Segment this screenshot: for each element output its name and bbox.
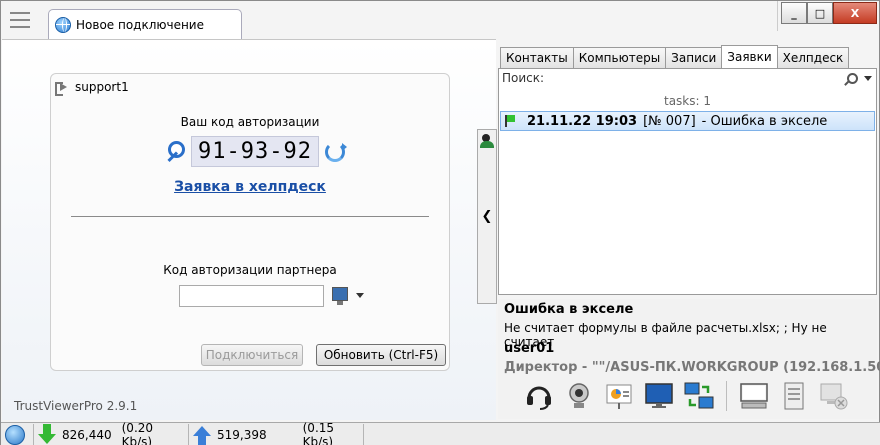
computer-icon[interactable] — [332, 287, 348, 305]
details-user: user01 — [504, 341, 555, 356]
username-label: support1 — [75, 80, 129, 94]
connect-button[interactable]: Подключиться — [201, 344, 303, 366]
task-number: [№ 007] — [643, 113, 696, 129]
search-label[interactable]: Поиск: — [502, 71, 544, 85]
auth-code-value: 91-93-92 — [191, 136, 319, 167]
search-icon[interactable] — [847, 72, 858, 84]
connection-card: support1 Ваш код авторизации 91-93-92 За… — [50, 73, 450, 371]
upload-arrow-icon — [193, 425, 211, 445]
upload-rate: (0.15 Kb/s) — [302, 420, 335, 445]
minimize-button[interactable]: _ — [781, 2, 807, 24]
flag-icon — [505, 115, 515, 127]
maximize-button[interactable]: □ — [807, 2, 833, 24]
details-title: Ошибка в экселе — [504, 302, 634, 317]
app-window: Новое подключение _ □ X support1 Ваш код… — [0, 0, 880, 445]
webcam-icon[interactable] — [562, 379, 596, 413]
connection-area: support1 Ваш код авторизации 91-93-92 За… — [2, 39, 496, 420]
right-tabs: Контакты Компьютеры Записи Заявки Хелпде… — [500, 45, 850, 68]
tab-records[interactable]: Записи — [665, 47, 723, 68]
auth-code-row: 91-93-92 — [163, 136, 347, 167]
task-details: Ошибка в экселе Не считает формулы в фай… — [498, 299, 880, 419]
terminal-icon[interactable] — [737, 379, 771, 413]
tasks-count: tasks: 1 — [663, 94, 711, 108]
remote-desktop-icon[interactable] — [682, 379, 716, 413]
headset-icon[interactable] — [522, 379, 556, 413]
partner-code-label: Код авторизации партнера — [163, 263, 337, 277]
hamburger-menu-icon[interactable] — [7, 9, 33, 31]
action-toolbar — [522, 379, 851, 413]
chevron-left-icon: ❮ — [481, 209, 493, 224]
details-host: Директор - ""/ASUS-ПК.WORKGROUP (192.168… — [504, 360, 880, 375]
globe-icon — [5, 424, 25, 445]
task-row[interactable]: 21.11.22 19:03 [№ 007] - Ошибка в экселе — [500, 111, 875, 131]
version-label: TrustViewerPro 2.9.1 — [14, 399, 138, 413]
tab-new-connection[interactable]: Новое подключение — [48, 9, 242, 39]
collapse-panel-button[interactable]: ❮ — [477, 129, 497, 304]
tab-computers[interactable]: Компьютеры — [572, 47, 667, 68]
refresh-button[interactable]: Обновить (Ctrl-F5) — [316, 344, 446, 366]
divider — [71, 216, 429, 217]
search-row: Поиск: — [502, 70, 872, 86]
titlebar-separator — [777, 1, 778, 31]
download-total: 826,440 — [62, 427, 112, 442]
tab-helpdesk[interactable]: Хелпдеск — [776, 47, 850, 68]
chevron-down-icon[interactable] — [356, 293, 364, 298]
disconnect-icon[interactable] — [817, 379, 851, 413]
search-controls — [847, 72, 872, 84]
upload-total: 519,398 — [217, 427, 267, 442]
user-header: support1 — [55, 80, 129, 96]
tab-requests[interactable]: Заявки — [721, 45, 778, 68]
refresh-code-icon[interactable] — [324, 141, 347, 162]
status-bar: 826,440 (0.20 Kb/s) 519,398 (0.15 Kb/s) — [1, 420, 880, 445]
upload-stats: 519,398 (0.15 Kb/s) — [189, 420, 364, 445]
download-stats: 826,440 (0.20 Kb/s) — [34, 420, 189, 445]
task-date: 21.11.22 19:03 — [527, 113, 638, 129]
presentation-icon[interactable] — [602, 379, 636, 413]
document-icon[interactable] — [777, 379, 811, 413]
users-icon[interactable] — [480, 133, 496, 149]
task-title: - Ошибка в экселе — [701, 113, 828, 129]
helpdesk-request-link[interactable]: Заявка в хелпдеск — [51, 179, 449, 195]
monitor-icon[interactable] — [642, 379, 676, 413]
details-description: Не считает формулы в файле расчеты.xlsx;… — [504, 321, 827, 349]
auth-code-label: Ваш код авторизации — [180, 115, 320, 129]
task-list-panel: Поиск: tasks: 1 21.11.22 19:03 [№ 007] -… — [498, 68, 877, 295]
toolbar-separator — [726, 381, 727, 411]
network-status[interactable] — [1, 423, 34, 445]
tab-label: Новое подключение — [76, 17, 204, 32]
close-button[interactable]: X — [833, 2, 877, 24]
globe-icon — [55, 16, 71, 33]
login-icon[interactable] — [55, 81, 69, 96]
download-arrow-icon — [38, 423, 56, 444]
partner-code-input[interactable] — [179, 285, 324, 307]
download-rate: (0.20 Kb/s) — [121, 420, 154, 445]
window-controls: _ □ X — [781, 2, 877, 24]
tab-contacts[interactable]: Контакты — [500, 47, 574, 68]
key-icon — [163, 140, 185, 163]
chevron-down-icon[interactable] — [864, 75, 872, 81]
right-panel: Контакты Компьютеры Записи Заявки Хелпде… — [498, 45, 880, 420]
